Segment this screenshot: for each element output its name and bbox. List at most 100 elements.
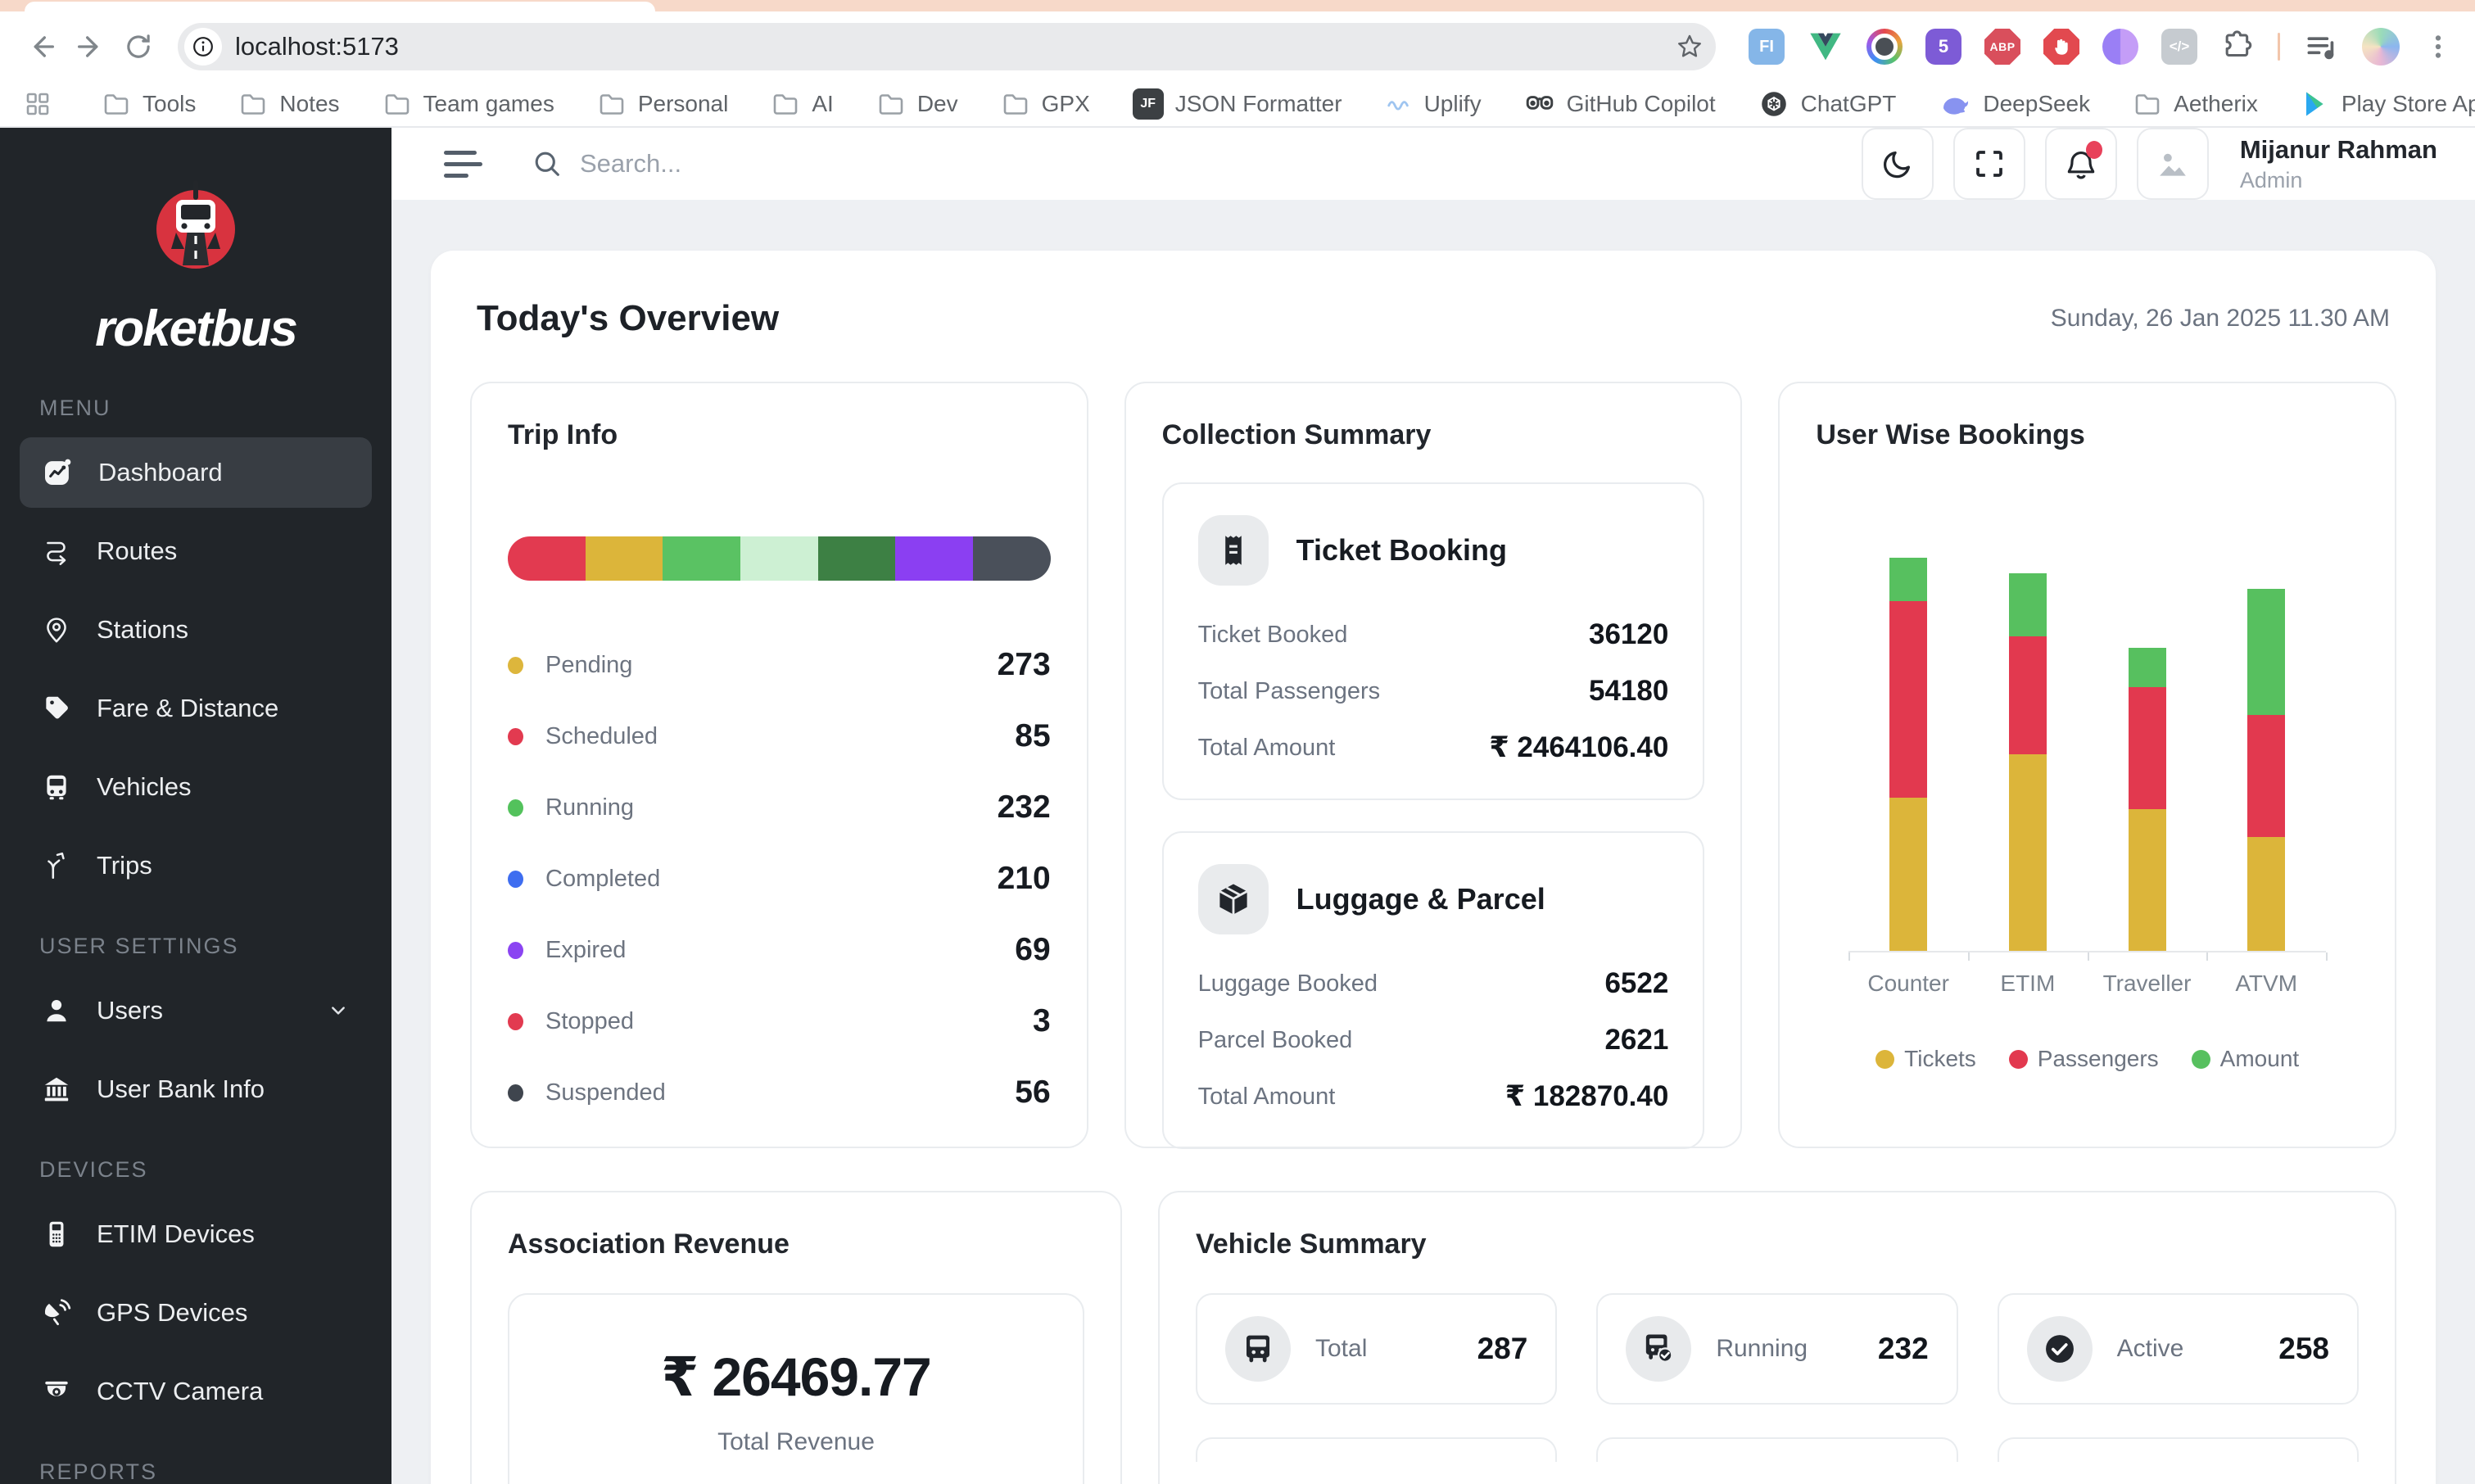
legend-dot bbox=[508, 1084, 523, 1102]
sidebar-item-gps-devices[interactable]: GPS Devices bbox=[20, 1278, 372, 1348]
search-input[interactable] bbox=[580, 149, 1071, 179]
vue-devtools-extension-icon[interactable] bbox=[1808, 29, 1844, 65]
extensions-puzzle-icon[interactable] bbox=[2220, 29, 2255, 64]
bookmark-deepseek[interactable]: DeepSeek bbox=[1939, 88, 2090, 120]
category-label-etim: ETIM bbox=[1968, 970, 2088, 997]
legend-dot bbox=[508, 799, 523, 817]
luggage-parcel-card: Luggage & Parcel Luggage Booked6522Parce… bbox=[1162, 831, 1705, 1149]
legend-dot bbox=[508, 1013, 523, 1030]
extensions-row: FI 5 ABP </> bbox=[1749, 28, 2454, 66]
stop-hand-extension-icon[interactable] bbox=[2043, 29, 2079, 65]
overview-panel: Today's Overview Sunday, 26 Jan 2025 11.… bbox=[431, 251, 2436, 1484]
bookmark-label: ChatGPT bbox=[1801, 91, 1897, 117]
legend-label: Pending bbox=[545, 652, 632, 679]
url-text[interactable]: localhost:5173 bbox=[235, 32, 1675, 61]
trip-legend-row-stopped: Stopped3 bbox=[508, 1001, 1051, 1042]
ticket-icon bbox=[1198, 515, 1269, 586]
fontanello-extension-icon[interactable]: FI bbox=[1749, 29, 1785, 65]
fullscreen-button[interactable] bbox=[1953, 128, 2025, 200]
active-tab[interactable] bbox=[25, 2, 655, 11]
bookmark-personal[interactable]: Personal bbox=[597, 89, 729, 119]
sidebar-item-fare-distance[interactable]: Fare & Distance bbox=[20, 673, 372, 744]
bookmark-notes[interactable]: Notes bbox=[238, 89, 339, 119]
vue5-extension-icon[interactable]: 5 bbox=[1925, 29, 1961, 65]
bar-segment-tickets bbox=[2009, 754, 2047, 951]
bar-segment-amount bbox=[2129, 648, 2166, 687]
notification-badge bbox=[2086, 141, 2102, 159]
bookmark-play-store-app[interactable]: Play Store App bbox=[2301, 89, 2475, 119]
sidebar-item-etim-devices[interactable]: ETIM Devices bbox=[20, 1199, 372, 1269]
reload-button[interactable] bbox=[118, 25, 158, 68]
bookmark-team-games[interactable]: Team games bbox=[382, 89, 554, 119]
bar-segment-passengers bbox=[2129, 687, 2166, 809]
camera-lens-extension-icon[interactable] bbox=[1866, 29, 1903, 65]
brain-extension-icon[interactable] bbox=[2102, 29, 2138, 65]
sidebar-item-user-bank-info[interactable]: User Bank Info bbox=[20, 1054, 372, 1124]
route-icon bbox=[41, 536, 72, 567]
bookmark-star-icon[interactable] bbox=[1675, 32, 1704, 61]
bookmark-json-formatter[interactable]: JFJSON Formatter bbox=[1133, 88, 1342, 120]
sidebar-item-trips[interactable]: Trips bbox=[20, 830, 372, 901]
browser-profile-avatar[interactable] bbox=[2362, 28, 2400, 66]
bookmark-items: Tools Notes Team games Personal AI Dev GPX JFJS… bbox=[102, 88, 2475, 120]
user-block[interactable]: Mijanur Rahman Admin bbox=[2240, 135, 2437, 193]
browser-menu-icon[interactable] bbox=[2423, 31, 2454, 62]
legend-label: Passengers bbox=[2038, 1046, 2159, 1072]
sidebar-item-vehicles[interactable]: Vehicles bbox=[20, 752, 372, 822]
user-icon bbox=[41, 995, 72, 1026]
trip-status-strip bbox=[508, 536, 1051, 581]
association-revenue-title: Association Revenue bbox=[508, 1228, 1084, 1260]
reading-list-icon[interactable] bbox=[2303, 29, 2339, 65]
vehicle-stat-value: 287 bbox=[1477, 1332, 1528, 1366]
sidebar-item-cctv-camera[interactable]: CCTV Camera bbox=[20, 1356, 372, 1427]
sidebar-item-label: GPS Devices bbox=[97, 1298, 247, 1328]
bookmark-label: JSON Formatter bbox=[1175, 91, 1342, 117]
code-extension-icon[interactable]: </> bbox=[2161, 29, 2197, 65]
bookmark-ai[interactable]: AI bbox=[771, 89, 833, 119]
sidebar-item-users[interactable]: Users bbox=[20, 975, 372, 1046]
legend-value: 56 bbox=[1015, 1075, 1050, 1111]
stat-label: Total Amount bbox=[1198, 735, 1336, 762]
parcel-box-icon bbox=[1198, 864, 1269, 934]
bookmark-uplify[interactable]: Uplify bbox=[1385, 90, 1482, 118]
bookmark-dev[interactable]: Dev bbox=[876, 89, 958, 119]
sidebar-item-label: CCTV Camera bbox=[97, 1377, 263, 1406]
bus-solid-icon bbox=[1225, 1316, 1291, 1382]
stat-label: Ticket Booked bbox=[1198, 622, 1348, 649]
bookmark-tools[interactable]: Tools bbox=[102, 89, 196, 119]
bookmark-chatgpt[interactable]: ChatGPT bbox=[1758, 88, 1897, 120]
sidebar-item-routes[interactable]: Routes bbox=[20, 516, 372, 586]
collection-summary-card: Collection Summary Ticket Booking Ticket… bbox=[1124, 382, 1743, 1148]
menu-toggle-icon[interactable] bbox=[444, 151, 483, 178]
bookmark-github-copilot[interactable]: GitHub Copilot bbox=[1524, 88, 1716, 120]
search-box[interactable] bbox=[531, 147, 1862, 180]
category-label-traveller: Traveller bbox=[2088, 970, 2207, 997]
trip-info-title: Trip Info bbox=[508, 419, 1051, 451]
url-bar[interactable]: localhost:5173 bbox=[178, 23, 1716, 70]
adblock-plus-extension-icon[interactable]: ABP bbox=[1984, 29, 2020, 65]
dark-mode-button[interactable] bbox=[1862, 128, 1934, 200]
bookmark-gpx[interactable]: GPX bbox=[1001, 89, 1090, 119]
folder-icon bbox=[597, 89, 627, 119]
vehicle-summary-card: Vehicle Summary Total287Running232Active… bbox=[1158, 1191, 2396, 1484]
vehicle-stat-total: Total287 bbox=[1196, 1293, 1557, 1405]
legend-label: Completed bbox=[545, 866, 660, 893]
user-avatar[interactable] bbox=[2137, 128, 2209, 200]
section-label-reports: REPORTS bbox=[39, 1459, 372, 1484]
sidebar-item-dashboard[interactable]: Dashboard bbox=[20, 437, 372, 508]
stat-value: 2621 bbox=[1604, 1024, 1668, 1056]
apps-grid-icon[interactable] bbox=[23, 89, 52, 119]
sidebar-item-label: Stations bbox=[97, 615, 188, 645]
bar-slot-traveller bbox=[2088, 648, 2207, 951]
bookmark-aetherix[interactable]: Aetherix bbox=[2133, 89, 2258, 119]
folder-icon bbox=[771, 89, 800, 119]
bookmark-label: Dev bbox=[917, 91, 958, 117]
forward-button[interactable] bbox=[70, 25, 110, 68]
notifications-button[interactable] bbox=[2045, 128, 2117, 200]
vehicle-stat-cards: Total287Running232Active258 bbox=[1196, 1293, 2359, 1405]
site-info-icon[interactable] bbox=[184, 28, 222, 66]
sidebar-item-stations[interactable]: Stations bbox=[20, 595, 372, 665]
bookmark-label: Play Store App bbox=[2342, 91, 2475, 117]
current-datetime: Sunday, 26 Jan 2025 11.30 AM bbox=[2051, 305, 2390, 333]
back-button[interactable] bbox=[21, 25, 61, 68]
